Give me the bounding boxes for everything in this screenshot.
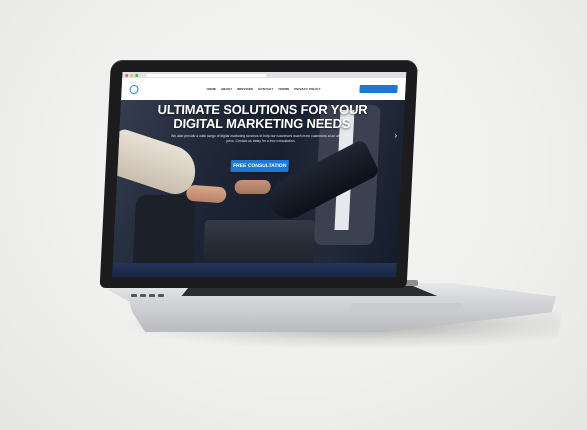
hero-title-line2: DIGITAL MARKETING NEEDS xyxy=(172,116,351,131)
laptop-screen: HOME ABOUT SERVICES CONTACT TERMS PRIVAC… xyxy=(112,72,407,277)
nav-item-about[interactable]: ABOUT xyxy=(221,87,232,91)
house-logo-icon xyxy=(129,84,139,94)
hero-photo-table xyxy=(202,220,315,265)
hero-title-line1: ULTIMATE SOLUTIONS FOR YOUR xyxy=(157,102,368,117)
free-consultation-button[interactable]: FREE CONSULTATION xyxy=(230,160,289,172)
nav-item-services[interactable]: SERVICES xyxy=(237,87,253,91)
close-window-icon[interactable] xyxy=(125,73,129,77)
hero-photo-hand xyxy=(234,180,271,194)
hero-bottom-band xyxy=(112,263,397,277)
site-navbar: HOME ABOUT SERVICES CONTACT TERMS PRIVAC… xyxy=(121,78,407,100)
hero-photo-handshake xyxy=(185,184,228,204)
laptop-screen-bezel: HOME ABOUT SERVICES CONTACT TERMS PRIVAC… xyxy=(99,60,418,288)
chevron-right-icon[interactable]: › xyxy=(394,131,397,140)
laptop-mockup-photo: HOME ABOUT SERVICES CONTACT TERMS PRIVAC… xyxy=(0,0,587,430)
address-bar[interactable] xyxy=(146,73,267,77)
site-logo[interactable] xyxy=(129,84,140,94)
minimize-window-icon[interactable] xyxy=(130,73,134,77)
laptop-ports xyxy=(131,294,171,298)
laptop-trackpad xyxy=(347,303,463,313)
nav-item-privacy[interactable]: PRIVACY POLICY xyxy=(294,87,321,91)
nav-item-home[interactable]: HOME xyxy=(206,87,216,91)
hero-subtitle: We also provide a wide range of digital … xyxy=(171,134,352,143)
nav-item-contact[interactable]: CONTACT xyxy=(258,87,273,91)
hero-section: ULTIMATE SOLUTIONS FOR YOUR DIGITAL MARK… xyxy=(112,100,406,277)
nav-cta-button[interactable] xyxy=(359,85,398,93)
nav-links: HOME ABOUT SERVICES CONTACT TERMS PRIVAC… xyxy=(206,87,320,91)
nav-item-terms[interactable]: TERMS xyxy=(278,87,289,91)
maximize-window-icon[interactable] xyxy=(135,73,139,77)
